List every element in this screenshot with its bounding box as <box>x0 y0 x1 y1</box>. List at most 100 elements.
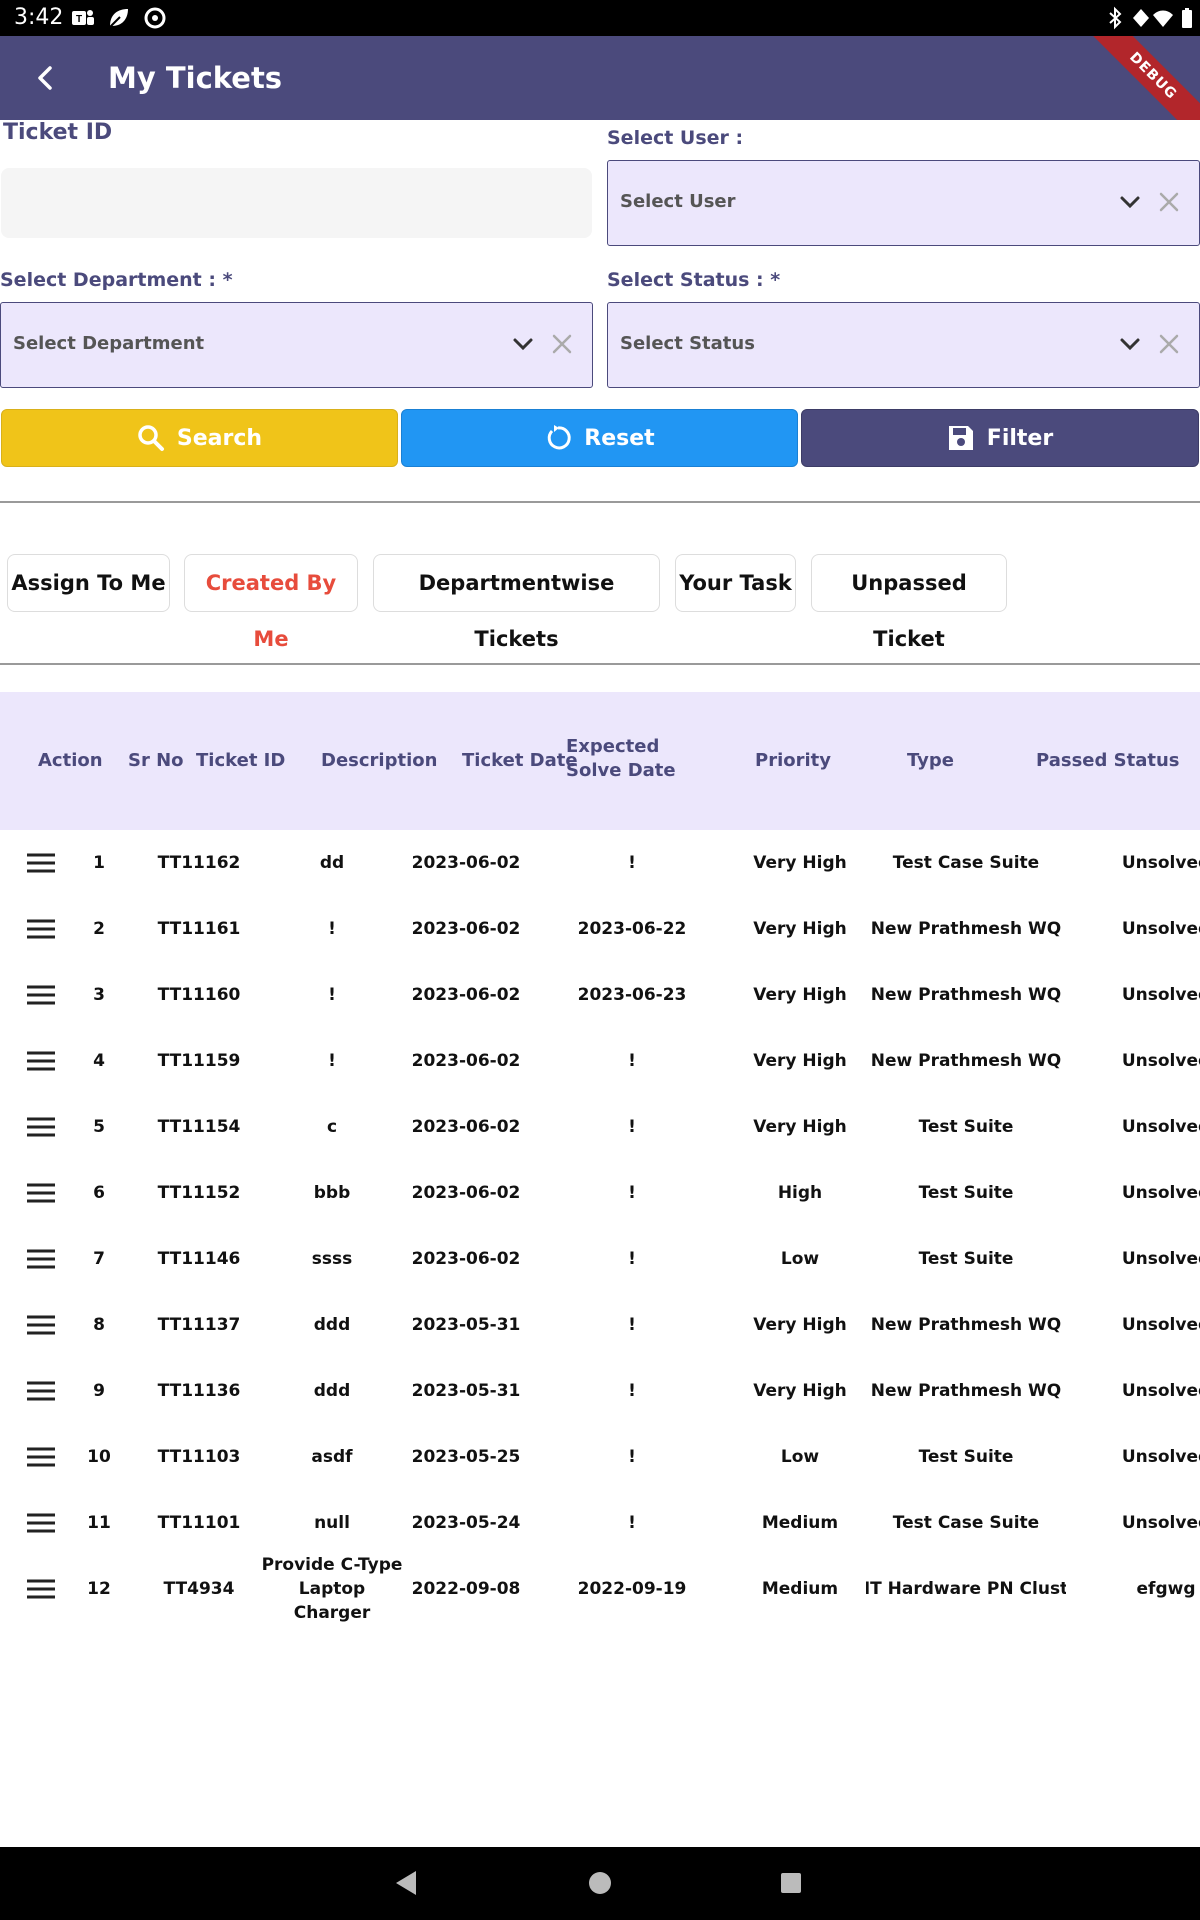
menu-icon[interactable] <box>26 1577 56 1601</box>
tab-departmentwise-tickets[interactable]: Departmentwise Tickets <box>373 554 660 651</box>
clear-icon[interactable] <box>1156 331 1182 357</box>
priority-cell: Very High <box>753 985 847 1005</box>
priority-cell: Very High <box>753 853 847 873</box>
chevron-down-icon[interactable] <box>510 331 536 357</box>
select-status-label: Select Status : * <box>607 269 781 291</box>
description-cell: dd <box>319 853 345 873</box>
passed-status-cell: Unsolved <box>1121 1249 1200 1269</box>
tab-unpassed-ticket[interactable]: Unpassed Ticket <box>811 554 1007 651</box>
ticket-date-cell: 2023-06-02 <box>411 985 521 1005</box>
expected-solve-date-cell: 2022-09-19 <box>577 1579 687 1599</box>
ticket-date-cell: 2023-06-02 <box>411 1051 521 1071</box>
passed-status-cell: Unsolved <box>1121 1117 1200 1137</box>
type-cell: New Prathmesh WQ <box>870 919 1062 939</box>
teams-icon: T <box>72 10 94 25</box>
sr-no-cell: 11 <box>87 1513 111 1533</box>
tab-created-by-me[interactable]: Created By Me <box>184 554 358 651</box>
clear-icon[interactable] <box>1156 189 1182 215</box>
select-department-dropdown[interactable]: Select Department <box>0 302 593 388</box>
passed-status-cell: Unsolved <box>1121 985 1200 1005</box>
menu-icon[interactable] <box>26 917 56 941</box>
description-cell: bbb <box>313 1183 351 1203</box>
menu-icon[interactable] <box>26 1247 56 1271</box>
description-cell: ddd <box>313 1315 351 1335</box>
menu-icon[interactable] <box>26 1511 56 1535</box>
passed-status-cell: Unsolved <box>1121 1447 1200 1467</box>
system-nav-bar <box>0 1847 1200 1920</box>
menu-icon[interactable] <box>26 1379 56 1403</box>
sr-no-cell: 3 <box>93 985 105 1005</box>
search-button-label: Search <box>176 425 263 451</box>
menu-icon[interactable] <box>26 1115 56 1139</box>
passed-status-cell: Unsolved <box>1121 853 1200 873</box>
column-header: Priority <box>755 750 831 771</box>
type-cell: New Prathmesh WQ <box>870 985 1062 1005</box>
priority-cell: Very High <box>753 1051 847 1071</box>
reset-button[interactable]: Reset <box>401 409 798 467</box>
sr-no-cell: 7 <box>93 1249 105 1269</box>
ticket-date-cell: 2023-05-25 <box>411 1447 521 1467</box>
type-cell: Test Case Suite <box>892 1513 1040 1533</box>
priority-cell: Very High <box>753 919 847 939</box>
column-header: Ticket Date <box>462 750 578 771</box>
status-bar: 3:42 T <box>0 0 1200 36</box>
type-cell: New Prathmesh WQ <box>870 1381 1062 1401</box>
table-header: Action Sr No Ticket ID Description Ticke… <box>0 692 1200 830</box>
menu-icon[interactable] <box>26 983 56 1007</box>
divider <box>0 501 1200 503</box>
select-status-dropdown[interactable]: Select Status <box>607 302 1200 388</box>
ticket-id-cell: TT11160 <box>157 985 241 1005</box>
nav-recents-icon[interactable] <box>780 1872 802 1894</box>
sr-no-cell: 1 <box>93 853 105 873</box>
ticket-id-input[interactable] <box>1 168 592 238</box>
sr-no-cell: 6 <box>93 1183 105 1203</box>
select-department-placeholder: Select Department <box>13 333 205 354</box>
menu-icon[interactable] <box>26 1313 56 1337</box>
ticket-date-cell: 2023-06-02 <box>411 1117 521 1137</box>
bluetooth-icon <box>1109 6 1122 30</box>
menu-icon[interactable] <box>26 851 56 875</box>
nav-home-icon[interactable] <box>588 1871 612 1895</box>
column-header: Expected Solve Date <box>566 736 676 781</box>
menu-icon[interactable] <box>26 1049 56 1073</box>
back-arrow-icon[interactable] <box>24 56 68 100</box>
reset-button-label: Reset <box>584 425 655 451</box>
column-header: Ticket ID <box>196 750 286 771</box>
type-cell: Test Suite <box>918 1183 1014 1203</box>
select-user-dropdown[interactable]: Select User <box>607 160 1200 246</box>
menu-icon[interactable] <box>26 1181 56 1205</box>
save-icon <box>948 426 973 450</box>
table-row: 9 TT11136 ddd 2023-05-31! Very High New Prath… <box>0 1358 1200 1424</box>
type-cell: Test Suite <box>918 1117 1014 1137</box>
table-row: 1 TT11162 dd 2023-06-02! Very High Test Case … <box>0 830 1200 896</box>
notification-icon <box>1133 9 1149 27</box>
leaf-icon <box>109 9 128 28</box>
description-cell: ! <box>328 919 336 939</box>
reset-icon <box>548 425 571 450</box>
type-cell: New Prathmesh WQ <box>870 1315 1062 1335</box>
ticket-id-cell: TT11152 <box>157 1183 241 1203</box>
menu-icon[interactable] <box>26 1445 56 1469</box>
expected-solve-date-cell: ! <box>628 853 636 873</box>
ticket-id-cell: TT11146 <box>157 1249 241 1269</box>
expected-solve-date-cell: ! <box>628 1051 636 1071</box>
priority-cell: Medium <box>761 1513 839 1533</box>
priority-cell: High <box>777 1183 823 1203</box>
clear-icon[interactable] <box>549 331 575 357</box>
nav-back-icon[interactable] <box>394 1869 418 1897</box>
tab-your-task[interactable]: Your Task <box>675 554 796 612</box>
table-row: 7 TT11146 ssss 2023-06-02! Low Test Suite Unso… <box>0 1226 1200 1292</box>
filter-button[interactable]: Filter <box>801 409 1199 467</box>
ticket-date-cell: 2023-05-31 <box>411 1381 521 1401</box>
chevron-down-icon[interactable] <box>1117 331 1143 357</box>
search-button[interactable]: Search <box>1 409 398 467</box>
priority-cell: Low <box>780 1249 820 1269</box>
tab-assign-to-me[interactable]: Assign To Me <box>7 554 170 612</box>
ticket-date-cell: 2023-05-31 <box>411 1315 521 1335</box>
expected-solve-date-cell: ! <box>628 1183 636 1203</box>
priority-cell: Very High <box>753 1117 847 1137</box>
expected-solve-date-cell: ! <box>628 1117 636 1137</box>
ticket-id-cell: TT11162 <box>157 853 241 873</box>
ticket-id-cell: TT11103 <box>157 1447 241 1467</box>
chevron-down-icon[interactable] <box>1117 189 1143 215</box>
